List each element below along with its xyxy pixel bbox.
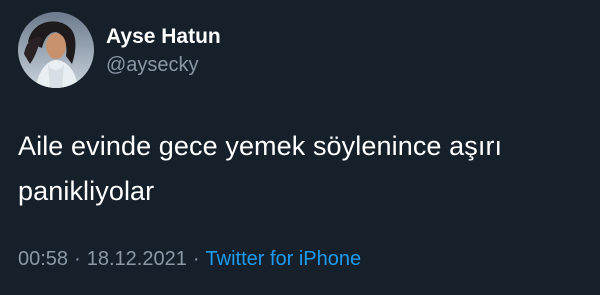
author-handle[interactable]: @aysecky [106, 54, 199, 77]
tweet-metadata: 00:58 · 18.12.2021 · Twitter for iPhone [18, 248, 361, 271]
author-name[interactable]: Ayse Hatun [106, 25, 221, 49]
tweet-card: Ayse Hatun @aysecky Aile evinde gece yem… [0, 0, 600, 295]
tweet-time[interactable]: 00:58 [18, 248, 68, 270]
tweet-source-link[interactable]: Twitter for iPhone [206, 248, 362, 270]
profile-avatar-icon [18, 12, 94, 88]
tweet-text: Aile evinde gece yemek söylenince aşırı … [18, 131, 503, 206]
tweet-date[interactable]: 18.12.2021 [87, 248, 187, 270]
meta-separator: · [74, 248, 81, 270]
meta-separator: · [192, 248, 200, 270]
avatar[interactable] [18, 12, 94, 88]
